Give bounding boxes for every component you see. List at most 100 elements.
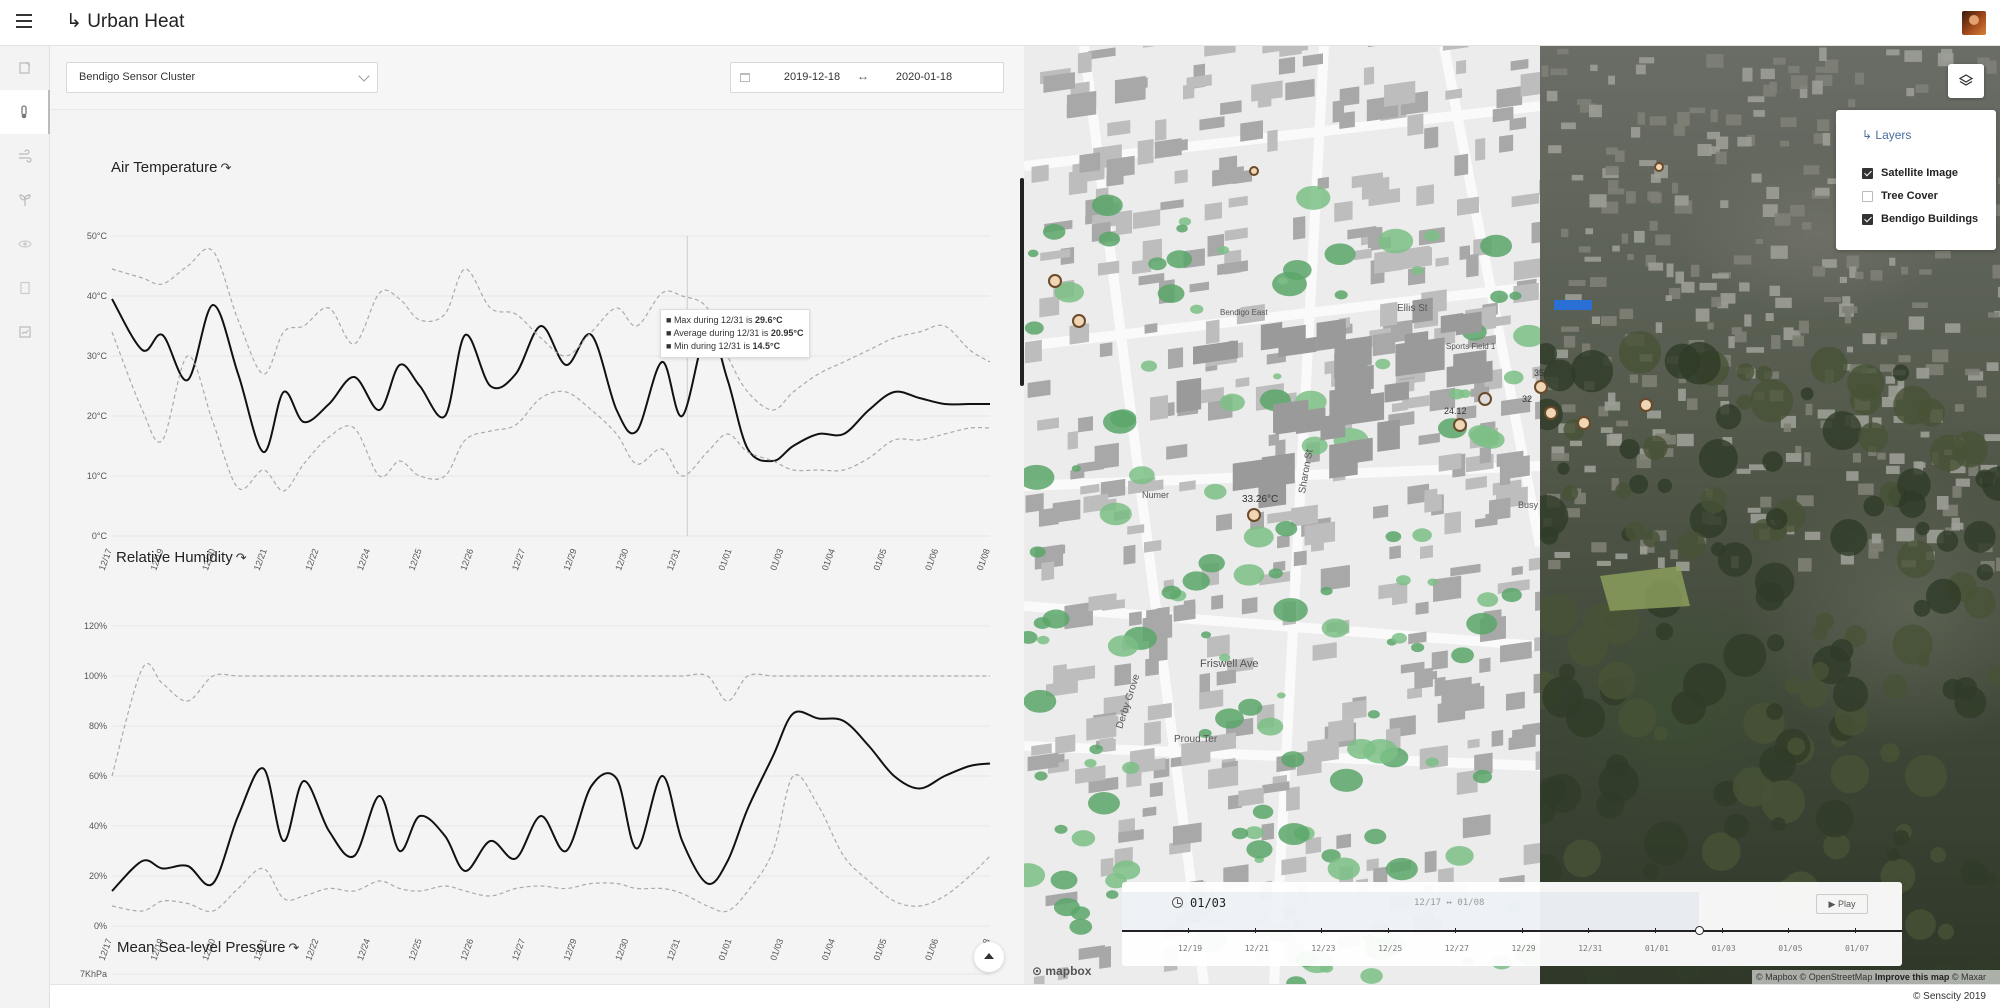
map-tree-cover xyxy=(1054,824,1068,834)
date-range-picker[interactable]: 2019-12-18 ↔ 2020-01-18 xyxy=(730,62,1004,93)
satellite-forest xyxy=(1976,564,1994,581)
map-building xyxy=(1389,545,1401,560)
play-button[interactable]: ▶ Play xyxy=(1816,894,1868,914)
street-label: Ellis St xyxy=(1397,303,1428,314)
satellite-roof xyxy=(1637,112,1646,125)
map-tree-cover xyxy=(1320,586,1333,596)
mapbox-logo[interactable]: ⊙ mapbox xyxy=(1032,964,1091,978)
map-tree-cover xyxy=(1378,228,1414,254)
timeline-track[interactable] xyxy=(1122,930,1902,932)
map-building xyxy=(1431,650,1448,670)
map-building xyxy=(1067,431,1078,450)
map-building xyxy=(1106,172,1124,187)
satellite-forest xyxy=(1810,346,1848,384)
sensor-marker[interactable] xyxy=(1048,274,1062,288)
pressure-chart[interactable]: 7KhPa xyxy=(50,956,1024,984)
map-building xyxy=(1420,544,1433,559)
refresh-icon[interactable]: ↷ xyxy=(220,160,231,175)
satellite-roof xyxy=(1858,483,1874,495)
satellite-roof xyxy=(1673,124,1685,136)
map-tree-cover xyxy=(1334,290,1348,300)
hamburger-menu-icon[interactable] xyxy=(16,14,32,28)
sensor-marker[interactable] xyxy=(1534,380,1548,394)
satellite-forest xyxy=(1929,434,1967,472)
map-building xyxy=(1522,720,1540,737)
y-tick-label: 30°C xyxy=(87,351,108,361)
filter-toolbar: Bendigo Sensor Cluster 2019-12-18 ↔ 2020… xyxy=(50,46,1024,110)
checkbox-icon[interactable] xyxy=(1862,191,1873,202)
map-tree-cover xyxy=(1375,358,1391,370)
sensor-marker[interactable] xyxy=(1072,314,1086,328)
date-from-input[interactable]: 2019-12-18 xyxy=(777,63,847,92)
satellite-roof xyxy=(1733,255,1752,265)
sidebar-item-wind[interactable] xyxy=(0,134,50,178)
map-building xyxy=(1260,321,1283,351)
cluster-select[interactable]: Bendigo Sensor Cluster xyxy=(66,62,378,93)
map-building xyxy=(1077,51,1092,74)
layers-button[interactable] xyxy=(1948,64,1984,98)
satellite-forest xyxy=(1562,485,1579,502)
sidebar-item-documents[interactable] xyxy=(0,46,50,90)
sensor-marker[interactable] xyxy=(1639,398,1653,412)
map-tree-cover xyxy=(1034,771,1048,781)
map-building xyxy=(1238,787,1264,807)
sidebar-item-temperature[interactable] xyxy=(0,90,50,134)
timeline-handle[interactable] xyxy=(1695,926,1705,935)
sensor-marker[interactable] xyxy=(1654,162,1664,172)
map-building xyxy=(1462,814,1491,839)
checkbox-icon[interactable] xyxy=(1862,168,1873,179)
date-to-input[interactable]: 2020-01-18 xyxy=(889,63,959,92)
y-tick-label: 80% xyxy=(89,721,107,731)
sidebar-item-pages[interactable] xyxy=(0,266,50,310)
sidebar-item-vegetation[interactable] xyxy=(0,178,50,222)
tooltip-avg-value: 20.95°C xyxy=(770,328,804,338)
map-tree-cover xyxy=(1324,243,1356,266)
satellite-forest xyxy=(1913,599,1931,617)
map-building xyxy=(1285,78,1315,101)
map-attribution: © Mapbox © OpenStreetMap Improve this ma… xyxy=(1752,970,2000,984)
checkbox-icon[interactable] xyxy=(1862,214,1873,225)
sidebar-item-view[interactable] xyxy=(0,222,50,266)
satellite-forest xyxy=(1915,521,1930,536)
sensor-marker[interactable] xyxy=(1247,508,1261,522)
map-building xyxy=(1173,602,1196,622)
scroll-to-top-button[interactable] xyxy=(974,942,1004,972)
satellite-forest xyxy=(1926,578,1962,614)
map-building xyxy=(1424,850,1437,873)
satellite-roof xyxy=(1870,270,1883,281)
satellite-roof xyxy=(1919,269,1932,275)
satellite-roof xyxy=(1916,367,1930,379)
map-building xyxy=(1442,46,1469,51)
map-building xyxy=(1132,209,1161,230)
satellite-roof xyxy=(1681,281,1695,293)
panel-resize-handle[interactable] xyxy=(1020,178,1024,386)
refresh-icon[interactable]: ↷ xyxy=(288,940,299,955)
avatar[interactable] xyxy=(1962,11,1986,35)
satellite-roof xyxy=(1677,111,1690,126)
satellite-roof xyxy=(1954,404,1964,412)
sensor-marker[interactable] xyxy=(1249,166,1259,176)
temperature-chart[interactable]: 0°C10°C20°C30°C40°C50°C12/17 12/19 12/20 12… xyxy=(50,176,1024,572)
satellite-roof xyxy=(1785,452,1802,462)
map-tree-cover xyxy=(1458,389,1472,398)
timeline-current-date: 01/03 xyxy=(1190,896,1227,910)
map-building xyxy=(1523,841,1540,866)
sensor-marker[interactable] xyxy=(1544,406,1558,420)
sidebar-item-reports[interactable] xyxy=(0,310,50,354)
satellite-roof xyxy=(1945,323,1961,333)
humidity-chart[interactable]: 0%20%40%60%80%100%120%12/17 12/19 12/20 12/… xyxy=(50,566,1024,962)
satellite-forest xyxy=(1700,486,1727,514)
satellite-forest xyxy=(1711,542,1726,557)
map-tree-cover xyxy=(1275,521,1298,537)
map-building xyxy=(1174,169,1188,184)
sensor-marker[interactable] xyxy=(1577,416,1591,430)
improve-map-link[interactable]: Improve this map xyxy=(1875,972,1950,982)
satellite-roof xyxy=(1812,80,1823,95)
satellite-roof xyxy=(1769,285,1781,297)
map-view[interactable]: Ellis St Sports Field 1 Sharon St Friswe… xyxy=(1024,46,2000,984)
refresh-icon[interactable]: ↷ xyxy=(236,550,247,565)
sensor-marker[interactable] xyxy=(1478,392,1492,406)
map-building xyxy=(1342,699,1367,721)
sensor-marker[interactable] xyxy=(1453,418,1467,432)
timeline-tick-mark xyxy=(1321,928,1323,933)
